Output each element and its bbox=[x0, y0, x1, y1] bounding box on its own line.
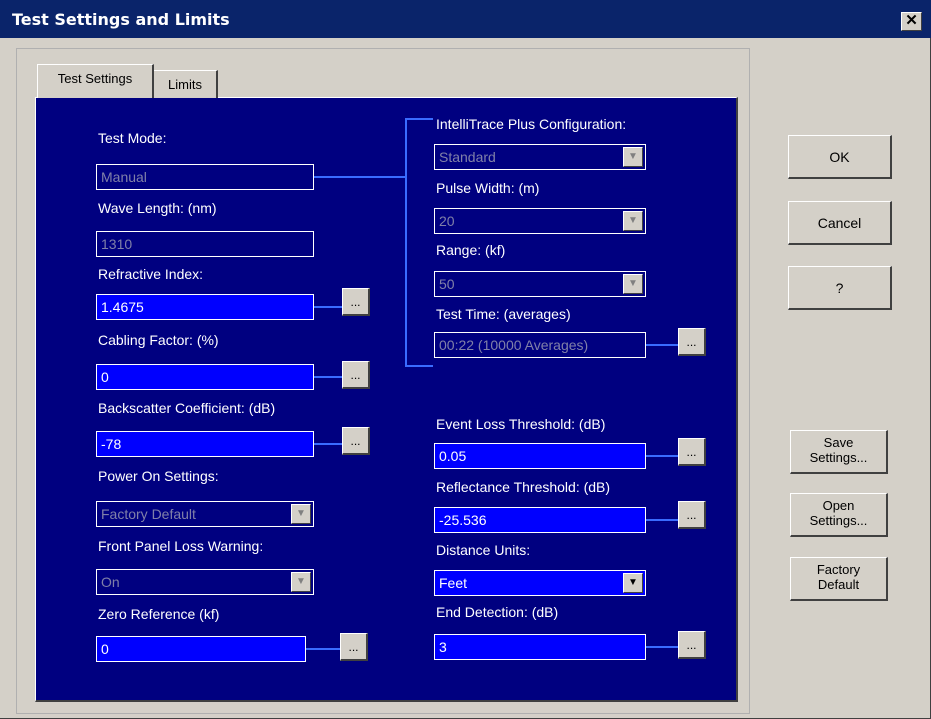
range-value: 50 bbox=[439, 276, 455, 292]
test-mode-field: Manual bbox=[96, 164, 314, 190]
intellitrace-bracket-bottom bbox=[405, 365, 433, 367]
chevron-down-icon: ▼ bbox=[623, 211, 643, 231]
chevron-down-icon: ▼ bbox=[623, 147, 643, 167]
chevron-down-icon: ▼ bbox=[623, 274, 643, 294]
range-label: Range: (kf) bbox=[436, 242, 506, 258]
refractive-index-browse-button[interactable]: ... bbox=[342, 288, 370, 316]
open-settings-button[interactable]: Open Settings... bbox=[790, 493, 888, 537]
power-on-settings-value: Factory Default bbox=[101, 506, 196, 522]
distance-units-value: Feet bbox=[439, 575, 468, 591]
end-detection-connector bbox=[646, 646, 678, 648]
tab-limits[interactable]: Limits bbox=[153, 70, 218, 98]
wave-length-field: 1310 bbox=[96, 231, 314, 257]
front-panel-loss-label: Front Panel Loss Warning: bbox=[98, 538, 264, 554]
pulse-width-select: 20 ▼ bbox=[434, 208, 646, 234]
distance-units-select[interactable]: Feet ▼ bbox=[434, 570, 646, 596]
reflectance-browse-button[interactable]: ... bbox=[678, 501, 706, 529]
intellitrace-label: IntelliTrace Plus Configuration: bbox=[436, 116, 627, 132]
power-on-settings-select: Factory Default ▼ bbox=[96, 501, 314, 527]
zero-reference-input[interactable]: 0 bbox=[96, 636, 306, 662]
backscatter-label: Backscatter Coefficient: (dB) bbox=[98, 400, 276, 416]
distance-units-label: Distance Units: bbox=[436, 542, 531, 558]
power-on-settings-label: Power On Settings: bbox=[98, 468, 219, 484]
test-time-browse-button[interactable]: ... bbox=[678, 328, 706, 356]
dialog-window: Test Settings and Limits ✕ Test Settings… bbox=[0, 0, 931, 719]
refractive-index-label: Refractive Index: bbox=[98, 266, 204, 282]
end-detection-input[interactable]: 3 bbox=[434, 634, 646, 660]
pulse-width-label: Pulse Width: (m) bbox=[436, 180, 540, 196]
cabling-factor-label: Cabling Factor: (%) bbox=[98, 332, 219, 348]
event-loss-input[interactable]: 0.05 bbox=[434, 443, 646, 469]
intellitrace-bracket bbox=[405, 118, 407, 367]
reflectance-label: Reflectance Threshold: (dB) bbox=[436, 479, 611, 495]
backscatter-browse-button[interactable]: ... bbox=[342, 427, 370, 455]
cancel-button[interactable]: Cancel bbox=[788, 201, 892, 245]
ok-button[interactable]: OK bbox=[788, 135, 892, 179]
save-settings-button[interactable]: Save Settings... bbox=[790, 430, 888, 474]
chevron-down-icon: ▼ bbox=[291, 572, 311, 592]
title-bar: Test Settings and Limits ✕ bbox=[0, 0, 931, 38]
end-detection-browse-button[interactable]: ... bbox=[678, 631, 706, 659]
intellitrace-select: Standard ▼ bbox=[434, 144, 646, 170]
test-settings-panel: Test Mode: Manual Wave Length: (nm) 1310… bbox=[35, 97, 738, 702]
cabling-factor-connector bbox=[314, 376, 342, 378]
test-time-connector bbox=[646, 344, 678, 346]
event-loss-browse-button[interactable]: ... bbox=[678, 438, 706, 466]
refractive-index-input[interactable]: 1.4675 bbox=[96, 294, 314, 320]
test-time-field: 00:22 (10000 Averages) bbox=[434, 332, 646, 358]
event-loss-label: Event Loss Threshold: (dB) bbox=[436, 416, 606, 432]
cabling-factor-input[interactable]: 0 bbox=[96, 364, 314, 390]
cabling-factor-browse-button[interactable]: ... bbox=[342, 361, 370, 389]
zero-reference-label: Zero Reference (kf) bbox=[98, 606, 220, 622]
chevron-down-icon: ▼ bbox=[291, 504, 311, 524]
zero-reference-connector bbox=[306, 648, 340, 650]
zero-reference-browse-button[interactable]: ... bbox=[340, 633, 368, 661]
front-panel-loss-value: On bbox=[101, 574, 120, 590]
range-select: 50 ▼ bbox=[434, 271, 646, 297]
intellitrace-value: Standard bbox=[439, 149, 496, 165]
backscatter-input[interactable]: -78 bbox=[96, 431, 314, 457]
pulse-width-value: 20 bbox=[439, 213, 455, 229]
test-time-label: Test Time: (averages) bbox=[436, 306, 571, 322]
help-button[interactable]: ? bbox=[788, 266, 892, 310]
reflectance-connector bbox=[646, 519, 678, 521]
refractive-index-connector bbox=[314, 306, 342, 308]
intellitrace-bracket-top bbox=[405, 118, 433, 120]
chevron-down-icon[interactable]: ▼ bbox=[623, 573, 643, 593]
wave-length-label: Wave Length: (nm) bbox=[98, 200, 217, 216]
close-button[interactable]: ✕ bbox=[901, 12, 922, 31]
tab-test-settings[interactable]: Test Settings bbox=[37, 64, 154, 98]
dialog-title: Test Settings and Limits bbox=[12, 10, 230, 29]
test-mode-connector bbox=[314, 176, 407, 178]
reflectance-input[interactable]: -25.536 bbox=[434, 507, 646, 533]
test-mode-label: Test Mode: bbox=[98, 130, 167, 146]
front-panel-loss-select: On ▼ bbox=[96, 569, 314, 595]
factory-default-button[interactable]: Factory Default bbox=[790, 557, 888, 601]
event-loss-connector bbox=[646, 455, 678, 457]
backscatter-connector bbox=[314, 443, 342, 445]
end-detection-label: End Detection: (dB) bbox=[436, 604, 559, 620]
